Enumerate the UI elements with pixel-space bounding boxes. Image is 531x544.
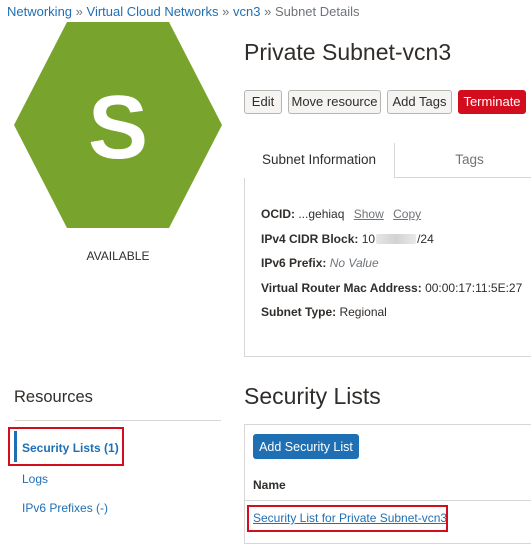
nav-logs[interactable]: Logs [22, 472, 48, 486]
nav-ipv6-prefixes[interactable]: IPv6 Prefixes (-) [22, 501, 108, 515]
ocid-show-link[interactable]: Show [354, 207, 384, 221]
highlight-box-row [247, 505, 448, 532]
breadcrumb-separator: » [222, 4, 230, 19]
breadcrumb-networking[interactable]: Networking [7, 4, 72, 19]
move-resource-button[interactable]: Move resource [288, 90, 381, 114]
breadcrumb-vcn3[interactable]: vcn3 [233, 4, 260, 19]
add-security-list-button[interactable]: Add Security List [253, 434, 359, 459]
cidr-value-suffix: /24 [417, 232, 434, 246]
breadcrumb-separator: » [264, 4, 272, 19]
tabs-bar: Subnet Information Tags [244, 143, 531, 178]
breadcrumb-current: Subnet Details [274, 4, 360, 19]
subnet-type-label: Subnet Type: [261, 305, 337, 319]
column-header-name: Name [253, 478, 286, 492]
table-divider [245, 500, 531, 501]
ipv6-row: IPv6 Prefix: No Value [261, 256, 379, 270]
subnet-type-value: Regional [339, 305, 387, 319]
subnet-type-row: Subnet Type: Regional [261, 305, 387, 319]
breadcrumb-separator: » [75, 4, 83, 19]
ocid-value: ...gehiaq [298, 207, 345, 221]
hexagon-letter: S [88, 78, 148, 178]
security-lists-title: Security Lists [244, 383, 381, 409]
ipv6-value: No Value [329, 256, 379, 270]
tab-tags[interactable]: Tags [395, 143, 531, 178]
mac-row: Virtual Router Mac Address: 00:00:17:11:… [261, 281, 522, 295]
cidr-redacted-block [376, 234, 417, 244]
ocid-row: OCID: ...gehiaq Show Copy [261, 207, 421, 221]
breadcrumb-virtual-cloud-networks[interactable]: Virtual Cloud Networks [87, 4, 219, 19]
edit-button[interactable]: Edit [244, 90, 282, 114]
mac-label: Virtual Router Mac Address: [261, 281, 422, 295]
tab-subnet-information[interactable]: Subnet Information [244, 143, 395, 178]
page-title: Private Subnet-vcn3 [244, 39, 452, 65]
breadcrumb: Networking » Virtual Cloud Networks » vc… [7, 4, 360, 19]
status-label: AVAILABLE [86, 249, 150, 263]
highlight-box-nav [8, 427, 124, 466]
cidr-value-prefix: 10 [361, 232, 376, 246]
terminate-button[interactable]: Terminate [458, 90, 526, 114]
cidr-label: IPv4 CIDR Block: [261, 232, 359, 246]
ocid-copy-link[interactable]: Copy [393, 207, 421, 221]
add-tags-button[interactable]: Add Tags [387, 90, 452, 114]
mac-value: 00:00:17:11:5E:27 [425, 281, 523, 295]
ipv6-label: IPv6 Prefix: [261, 256, 327, 270]
resources-title: Resources [14, 388, 93, 406]
ocid-label: OCID: [261, 207, 295, 221]
resources-divider [14, 420, 221, 421]
cidr-row: IPv4 CIDR Block: 10/24 [261, 232, 434, 246]
subnet-hexagon-icon: S [14, 22, 222, 228]
